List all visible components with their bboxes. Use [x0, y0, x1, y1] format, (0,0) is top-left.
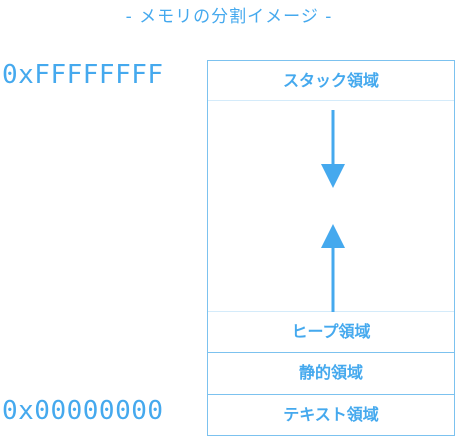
- growth-arrows: [321, 110, 345, 312]
- stack-growth-arrow-icon: [321, 110, 345, 188]
- heap-growth-arrow-icon: [321, 224, 345, 312]
